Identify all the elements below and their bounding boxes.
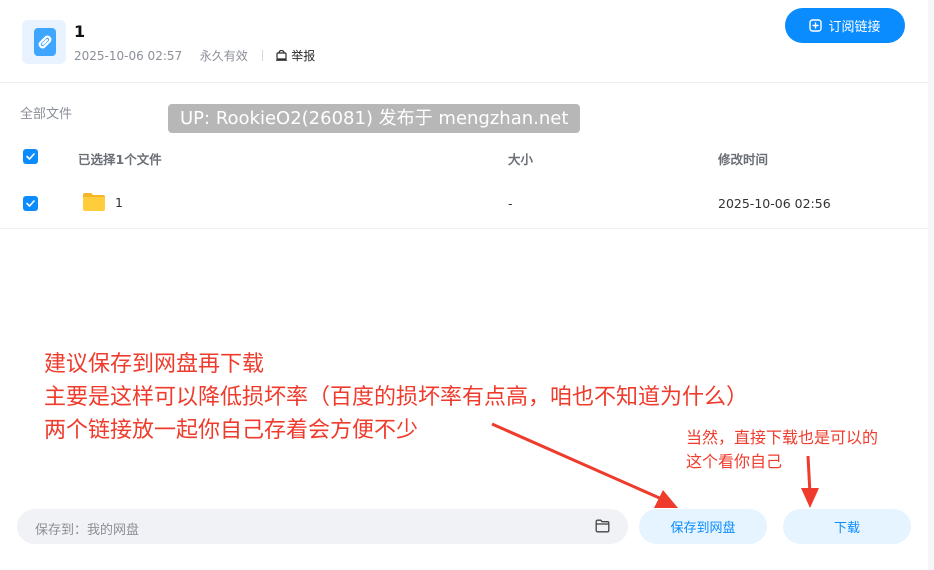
folder-outline-icon[interactable] xyxy=(595,519,610,533)
save-to-netdisk-button[interactable]: 保存到网盘 xyxy=(639,509,767,544)
save-path-selector[interactable]: 保存到：我的网盘 xyxy=(17,509,628,544)
arrow-to-save xyxy=(491,422,665,502)
bottom-action-bar: 保存到：我的网盘 保存到网盘 下载 xyxy=(0,490,928,570)
download-button[interactable]: 下载 xyxy=(783,509,911,544)
save-path-label: 保存到：我的网盘 xyxy=(35,523,140,538)
share-panel: 1 2025-10-06 02:57 永久有效 举报 订阅链接 全部文件 UP:… xyxy=(0,0,928,570)
annotation-arrows xyxy=(491,422,819,508)
